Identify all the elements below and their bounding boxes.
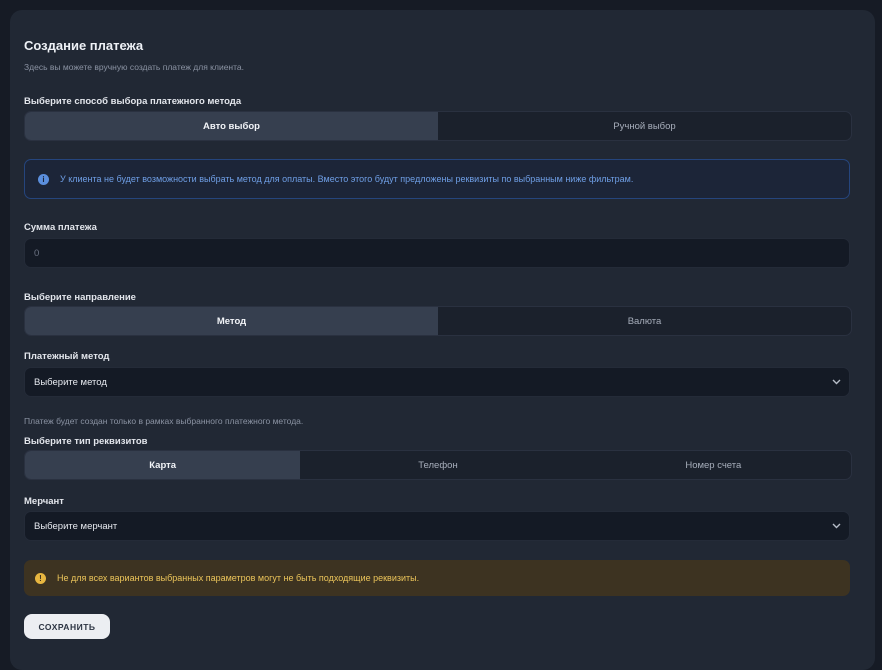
merchant-value: Выберите мерчант [34,520,118,532]
option-phone[interactable]: Телефон [300,451,575,479]
info-notice: i У клиента не будет возможности выбрать… [24,159,850,199]
create-payment-card: Создание платежа Здесь вы можете вручную… [10,10,875,670]
payment-method-hint: Платеж будет создан только в рамках выбр… [24,416,304,426]
option-manual-select[interactable]: Ручной выбор [438,112,851,140]
selection-mode-label: Выберите способ выбора платежного метода [24,96,242,107]
payment-method-select[interactable]: Выберите метод [24,367,850,397]
option-currency[interactable]: Валюта [438,307,851,335]
page-title: Создание платежа [24,38,144,53]
payment-method-label: Платежный метод [24,351,110,362]
option-method[interactable]: Метод [25,307,438,335]
selection-mode-toggle: Авто выбор Ручной выбор [24,111,852,141]
amount-input[interactable]: 0 [24,238,850,268]
info-notice-text: У клиента не будет возможности выбрать м… [60,174,634,184]
option-account-number[interactable]: Номер счета [576,451,851,479]
direction-toggle: Метод Валюта [24,306,852,336]
chevron-down-icon [831,521,841,531]
merchant-select[interactable]: Выберите мерчант [24,511,850,541]
requisites-type-label: Выберите тип реквизитов [24,436,148,447]
warning-notice: ! Не для всех вариантов выбранных параме… [24,560,850,596]
payment-method-value: Выберите метод [34,376,107,388]
info-icon: i [38,173,49,185]
chevron-down-icon [831,377,841,387]
direction-label: Выберите направление [24,292,136,303]
option-card[interactable]: Карта [25,451,301,479]
warning-icon: ! [35,572,46,584]
save-button[interactable]: СОХРАНИТЬ [24,614,110,639]
warning-notice-text: Не для всех вариантов выбранных параметр… [57,573,420,583]
page-subtitle: Здесь вы можете вручную создать платеж д… [24,62,245,72]
merchant-label: Мерчант [24,496,64,507]
amount-label: Сумма платежа [24,222,97,233]
requisites-type-toggle: Карта Телефон Номер счета [24,450,852,480]
option-auto-select[interactable]: Авто выбор [25,112,438,140]
